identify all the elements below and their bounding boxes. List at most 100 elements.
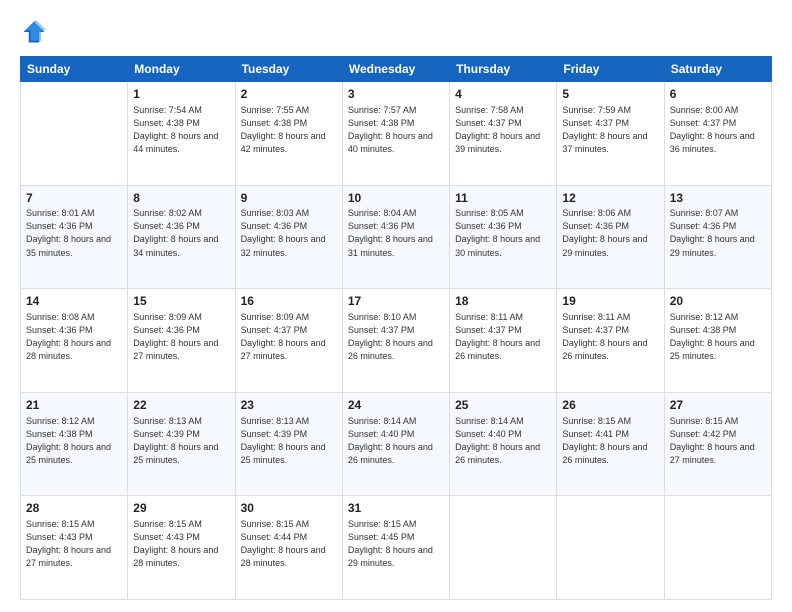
header-friday: Friday	[557, 57, 664, 82]
cell-0-1: 1Sunrise: 7:54 AMSunset: 4:38 PMDaylight…	[128, 82, 235, 186]
cell-1-3: 10Sunrise: 8:04 AMSunset: 4:36 PMDayligh…	[342, 185, 449, 289]
calendar-header-row: SundayMondayTuesdayWednesdayThursdayFrid…	[21, 57, 772, 82]
day-info: Sunrise: 8:09 AMSunset: 4:37 PMDaylight:…	[241, 311, 337, 363]
day-number: 30	[241, 500, 337, 517]
day-info: Sunrise: 8:13 AMSunset: 4:39 PMDaylight:…	[241, 415, 337, 467]
day-info: Sunrise: 8:11 AMSunset: 4:37 PMDaylight:…	[562, 311, 658, 363]
day-info: Sunrise: 8:10 AMSunset: 4:37 PMDaylight:…	[348, 311, 444, 363]
header-wednesday: Wednesday	[342, 57, 449, 82]
day-number: 22	[133, 397, 229, 414]
day-info: Sunrise: 8:15 AMSunset: 4:42 PMDaylight:…	[670, 415, 766, 467]
header-tuesday: Tuesday	[235, 57, 342, 82]
day-info: Sunrise: 8:13 AMSunset: 4:39 PMDaylight:…	[133, 415, 229, 467]
day-number: 4	[455, 86, 551, 103]
day-number: 7	[26, 190, 122, 207]
day-info: Sunrise: 7:57 AMSunset: 4:38 PMDaylight:…	[348, 104, 444, 156]
cell-1-4: 11Sunrise: 8:05 AMSunset: 4:36 PMDayligh…	[450, 185, 557, 289]
day-info: Sunrise: 8:15 AMSunset: 4:44 PMDaylight:…	[241, 518, 337, 570]
day-number: 15	[133, 293, 229, 310]
day-info: Sunrise: 8:15 AMSunset: 4:45 PMDaylight:…	[348, 518, 444, 570]
day-info: Sunrise: 8:11 AMSunset: 4:37 PMDaylight:…	[455, 311, 551, 363]
day-number: 10	[348, 190, 444, 207]
day-info: Sunrise: 8:02 AMSunset: 4:36 PMDaylight:…	[133, 207, 229, 259]
day-info: Sunrise: 7:59 AMSunset: 4:37 PMDaylight:…	[562, 104, 658, 156]
day-info: Sunrise: 8:09 AMSunset: 4:36 PMDaylight:…	[133, 311, 229, 363]
day-info: Sunrise: 8:06 AMSunset: 4:36 PMDaylight:…	[562, 207, 658, 259]
week-row-3: 14Sunrise: 8:08 AMSunset: 4:36 PMDayligh…	[21, 289, 772, 393]
day-number: 14	[26, 293, 122, 310]
day-number: 23	[241, 397, 337, 414]
cell-0-5: 5Sunrise: 7:59 AMSunset: 4:37 PMDaylight…	[557, 82, 664, 186]
cell-0-2: 2Sunrise: 7:55 AMSunset: 4:38 PMDaylight…	[235, 82, 342, 186]
day-number: 26	[562, 397, 658, 414]
day-number: 29	[133, 500, 229, 517]
cell-4-4	[450, 496, 557, 600]
week-row-5: 28 Sunrise: 8:15 AMSunset: 4:43 PMDayligh…	[21, 496, 772, 600]
cell-4-3: 31Sunrise: 8:15 AMSunset: 4:45 PMDayligh…	[342, 496, 449, 600]
day-info: Sunrise: 7:55 AMSunset: 4:38 PMDaylight:…	[241, 104, 337, 156]
day-number: 12	[562, 190, 658, 207]
day-number: 11	[455, 190, 551, 207]
cell-1-1: 8Sunrise: 8:02 AMSunset: 4:36 PMDaylight…	[128, 185, 235, 289]
day-number: 3	[348, 86, 444, 103]
day-info: Sunrise: 7:58 AMSunset: 4:37 PMDaylight:…	[455, 104, 551, 156]
cell-4-1: 29Sunrise: 8:15 AMSunset: 4:43 PMDayligh…	[128, 496, 235, 600]
cell-3-3: 24Sunrise: 8:14 AMSunset: 4:40 PMDayligh…	[342, 392, 449, 496]
cell-2-2: 16Sunrise: 8:09 AMSunset: 4:37 PMDayligh…	[235, 289, 342, 393]
day-number: 17	[348, 293, 444, 310]
day-number: 18	[455, 293, 551, 310]
header-monday: Monday	[128, 57, 235, 82]
cell-3-6: 27Sunrise: 8:15 AMSunset: 4:42 PMDayligh…	[664, 392, 771, 496]
day-info: Sunrise: 8:03 AMSunset: 4:36 PMDaylight:…	[241, 207, 337, 259]
header-saturday: Saturday	[664, 57, 771, 82]
cell-0-0	[21, 82, 128, 186]
header-thursday: Thursday	[450, 57, 557, 82]
day-number: 6	[670, 86, 766, 103]
cell-3-5: 26Sunrise: 8:15 AMSunset: 4:41 PMDayligh…	[557, 392, 664, 496]
cell-3-2: 23Sunrise: 8:13 AMSunset: 4:39 PMDayligh…	[235, 392, 342, 496]
day-number: 28	[26, 500, 122, 517]
day-info: Sunrise: 8:01 AMSunset: 4:36 PMDaylight:…	[26, 207, 122, 259]
day-info: Sunrise: 8:14 AMSunset: 4:40 PMDaylight:…	[348, 415, 444, 467]
header	[20, 18, 772, 46]
day-number: 25	[455, 397, 551, 414]
day-number: 2	[241, 86, 337, 103]
day-info: Sunrise: 8:12 AMSunset: 4:38 PMDaylight:…	[26, 415, 122, 467]
logo	[20, 18, 52, 46]
cell-1-5: 12Sunrise: 8:06 AMSunset: 4:36 PMDayligh…	[557, 185, 664, 289]
cell-1-0: 7Sunrise: 8:01 AMSunset: 4:36 PMDaylight…	[21, 185, 128, 289]
day-number: 21	[26, 397, 122, 414]
day-number: 20	[670, 293, 766, 310]
cell-4-5	[557, 496, 664, 600]
day-number: 19	[562, 293, 658, 310]
day-info: Sunrise: 8:07 AMSunset: 4:36 PMDaylight:…	[670, 207, 766, 259]
cell-3-1: 22Sunrise: 8:13 AMSunset: 4:39 PMDayligh…	[128, 392, 235, 496]
day-number: 16	[241, 293, 337, 310]
cell-0-6: 6Sunrise: 8:00 AMSunset: 4:37 PMDaylight…	[664, 82, 771, 186]
day-info: Sunrise: 8:12 AMSunset: 4:38 PMDaylight:…	[670, 311, 766, 363]
day-info: Sunrise: 7:54 AMSunset: 4:38 PMDaylight:…	[133, 104, 229, 156]
week-row-1: 1Sunrise: 7:54 AMSunset: 4:38 PMDaylight…	[21, 82, 772, 186]
day-info: Sunrise: 8:15 AMSunset: 4:41 PMDaylight:…	[562, 415, 658, 467]
day-info: Sunrise: 8:05 AMSunset: 4:36 PMDaylight:…	[455, 207, 551, 259]
day-number: 27	[670, 397, 766, 414]
day-number: 8	[133, 190, 229, 207]
day-number: 13	[670, 190, 766, 207]
day-info: Sunrise: 8:00 AMSunset: 4:37 PMDaylight:…	[670, 104, 766, 156]
cell-4-2: 30Sunrise: 8:15 AMSunset: 4:44 PMDayligh…	[235, 496, 342, 600]
day-number: 24	[348, 397, 444, 414]
cell-1-2: 9Sunrise: 8:03 AMSunset: 4:36 PMDaylight…	[235, 185, 342, 289]
day-info: Sunrise: 8:08 AMSunset: 4:36 PMDaylight:…	[26, 311, 122, 363]
week-row-4: 21Sunrise: 8:12 AMSunset: 4:38 PMDayligh…	[21, 392, 772, 496]
cell-3-0: 21Sunrise: 8:12 AMSunset: 4:38 PMDayligh…	[21, 392, 128, 496]
cell-2-3: 17Sunrise: 8:10 AMSunset: 4:37 PMDayligh…	[342, 289, 449, 393]
logo-icon	[20, 18, 48, 46]
cell-3-4: 25Sunrise: 8:14 AMSunset: 4:40 PMDayligh…	[450, 392, 557, 496]
cell-2-5: 19Sunrise: 8:11 AMSunset: 4:37 PMDayligh…	[557, 289, 664, 393]
cell-2-4: 18Sunrise: 8:11 AMSunset: 4:37 PMDayligh…	[450, 289, 557, 393]
cell-0-3: 3Sunrise: 7:57 AMSunset: 4:38 PMDaylight…	[342, 82, 449, 186]
cell-2-1: 15Sunrise: 8:09 AMSunset: 4:36 PMDayligh…	[128, 289, 235, 393]
cell-1-6: 13Sunrise: 8:07 AMSunset: 4:36 PMDayligh…	[664, 185, 771, 289]
cell-2-6: 20Sunrise: 8:12 AMSunset: 4:38 PMDayligh…	[664, 289, 771, 393]
day-info: Sunrise: 8:15 AMSunset: 4:43 PMDaylight:…	[133, 518, 229, 570]
